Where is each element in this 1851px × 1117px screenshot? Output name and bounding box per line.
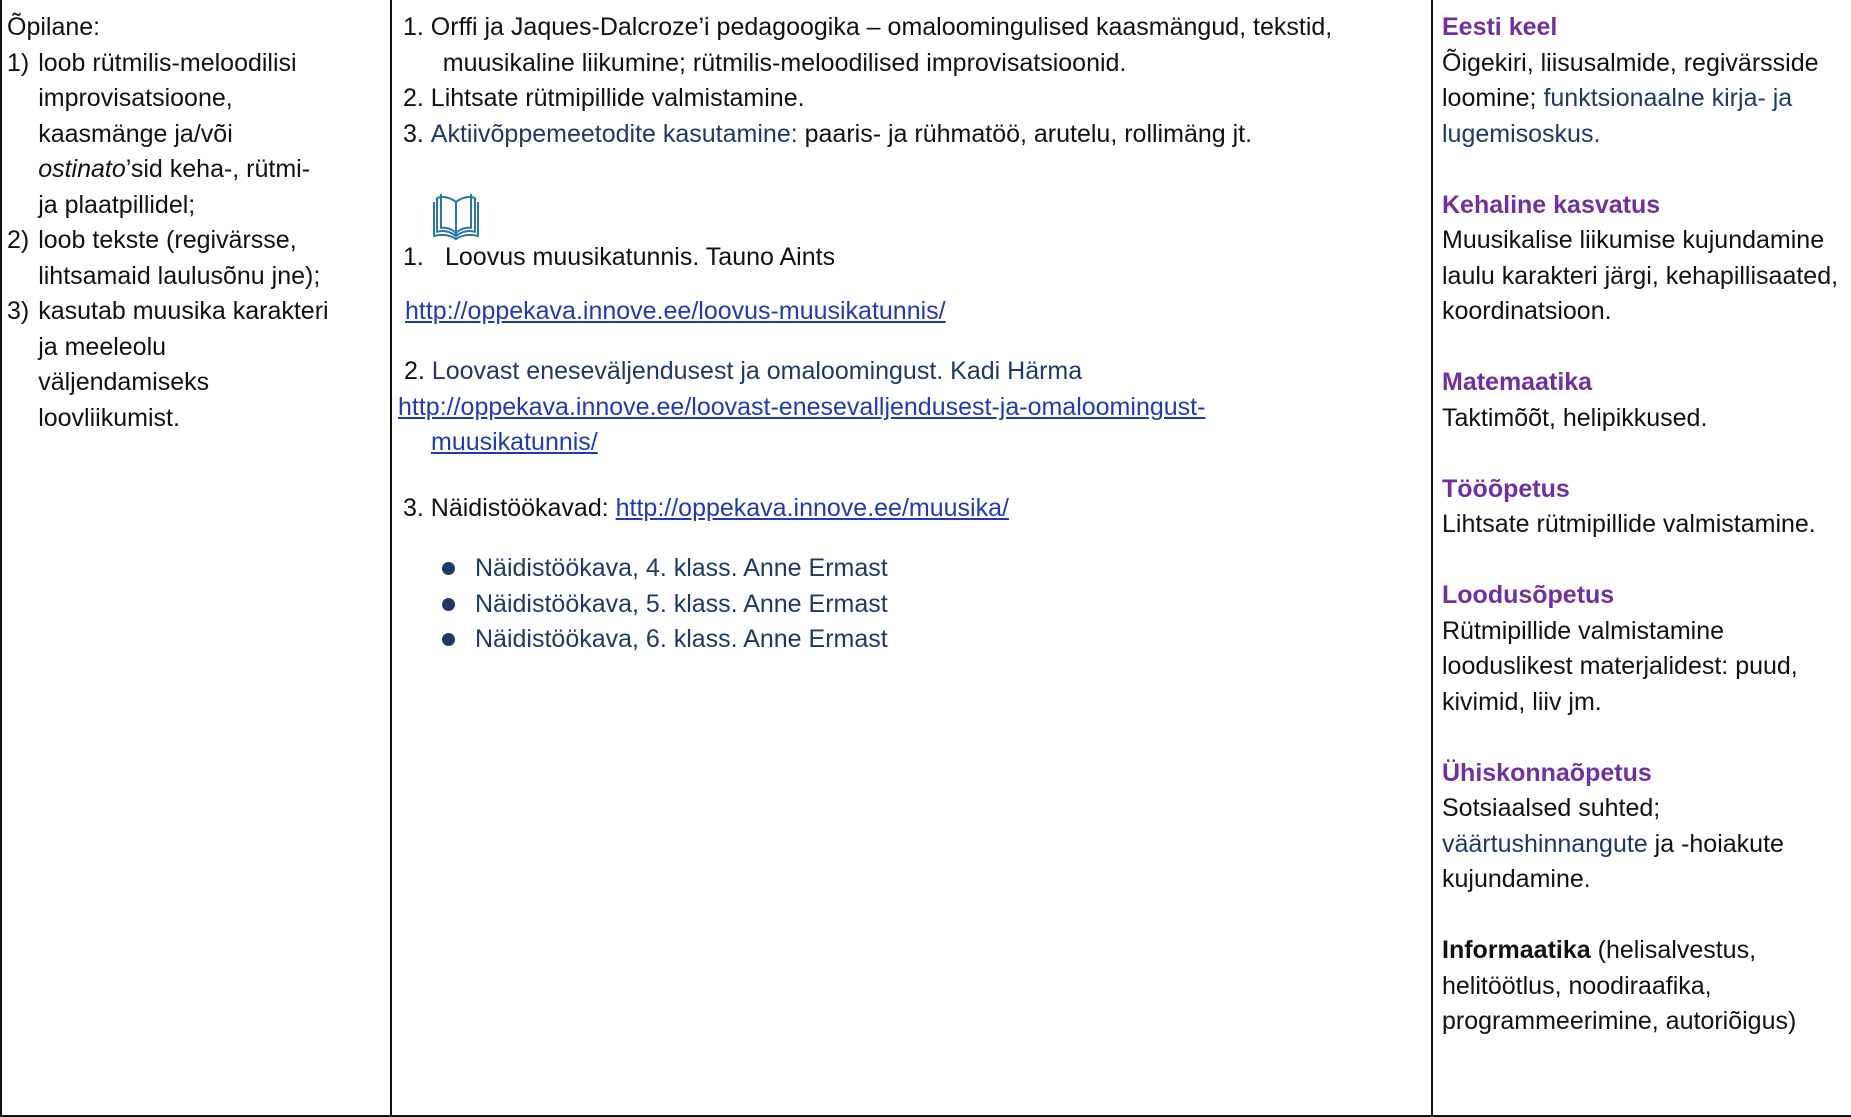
resource-label: 3. Näidistöökavad: — [403, 493, 616, 522]
subject-block: Kehaline kasvatus Muusikalise liikumise … — [1442, 188, 1848, 330]
subject-block: Loodusõpetus Rütmipillide valmistamine l… — [1442, 578, 1848, 720]
resource-link-loovast[interactable]: http://oppekava.innove.ee/loovast-enesev… — [398, 390, 1421, 461]
method-line: Lihtsate rütmipillide valmistamine. — [430, 84, 805, 112]
subject-description: Muusikalise liikumise kujundamine laulu … — [1442, 226, 1839, 325]
subject-text-highlight: väärtushinnangute — [1442, 829, 1648, 858]
document-page: Õpilane: 1) loob rütmilis-meloodilisi im… — [0, 0, 1851, 1117]
bullet-icon — [442, 633, 455, 647]
resource-item: 2. Loovast eneseväljendusest ja omaloomi… — [400, 354, 1421, 390]
link-line: muusikatunnis/ — [431, 428, 598, 456]
method-number: 2. — [403, 84, 431, 112]
resource-item: 1. Loovus muusikatunnis. Tauno Aints — [400, 240, 1421, 276]
outcome-line: lihtsamaid laulusõnu jne); — [38, 261, 321, 290]
subject-text: Sotsiaalsed suhted; — [1442, 794, 1661, 822]
resource-title: Loovast eneseväljendusest ja omaloomingu… — [431, 357, 1083, 385]
method-item: 1. Orffi ja Jaques-Dalcroze’i pedagoogik… — [400, 10, 1421, 81]
subject-description: Informaatika (helisalvestus, helitöötlus… — [1442, 933, 1848, 1040]
list-item[interactable]: Näidistöökava, 4. klass. Anne Ermast — [442, 551, 1421, 587]
active-learning-label: Aktiivõppemeetodite kasutamine: — [430, 119, 798, 148]
outcome-item: 2) loob tekste (regivärsse, lihtsamaid l… — [7, 223, 384, 294]
link-line: http://oppekava.innove.ee/loovast-enesev… — [398, 392, 1206, 421]
bullet-icon — [442, 562, 455, 576]
outcomes-heading: Õpilane: — [7, 13, 101, 41]
method-item: 3. Aktiivõppemeetodite kasutamine: paari… — [400, 117, 1421, 153]
outcome-line: ostinato’sid keha-, rütmi- — [38, 152, 348, 188]
subject-title: Matemaatika — [1442, 368, 1593, 396]
subject-description: Rütmipillide valmistamine looduslikest m… — [1442, 616, 1798, 716]
outcome-line: kaasmänge ja/või — [38, 119, 233, 148]
methods-cell: 1. Orffi ja Jaques-Dalcroze’i pedagoogik… — [390, 0, 1433, 1117]
bullet-icon — [442, 597, 455, 611]
curriculum-table: Õpilane: 1) loob rütmilis-meloodilisi im… — [0, 0, 1851, 1117]
subject-description: Õigekiri, liisusalmide, regivärsside loo… — [1442, 46, 1848, 153]
outcome-line: improvisatsioone, — [38, 84, 233, 112]
outcome-line: loovliikumist. — [38, 403, 180, 432]
subject-description: Lihtsate rütmipillide valmistamine. — [1442, 510, 1816, 538]
subject-block: Eesti keel Õigekiri, liisusalmide, regiv… — [1442, 10, 1848, 152]
subject-description: Sotsiaalsed suhted; väärtushinnangute ja… — [1442, 791, 1848, 898]
outcome-line: ja meeleolu — [38, 332, 167, 361]
outcome-line: ja plaatpillidel; — [38, 190, 196, 219]
outcome-line: loob rütmilis-meloodilisi — [38, 48, 297, 77]
subject-block: Matemaatika Taktimõõt, helipikkused. — [1442, 365, 1848, 436]
method-item: 2. Lihtsate rütmipillide valmistamine. — [400, 81, 1421, 117]
outcome-number: 1) — [7, 48, 37, 77]
method-line: Orffi ja Jaques-Dalcroze’i pedagoogika –… — [430, 13, 1333, 41]
cross-subject-cell: Eesti keel Õigekiri, liisusalmide, regiv… — [1431, 0, 1851, 1117]
outcome-number: 3) — [7, 297, 37, 325]
learning-outcomes-cell: Õpilane: 1) loob rütmilis-meloodilisi im… — [0, 0, 392, 1117]
subject-block: Informaatika (helisalvestus, helitöötlus… — [1442, 933, 1848, 1040]
outcome-item: 1) loob rütmilis-meloodilisi improvisats… — [7, 46, 384, 224]
subject-title: Ühiskonnaõpetus — [1442, 758, 1652, 787]
method-line: muusikaline liikumine; rütmilis-meloodil… — [442, 48, 1127, 77]
outcome-line: kasutab muusika karakteri — [38, 297, 329, 325]
sample-plans-list: Näidistöökava, 4. klass. Anne Ermast Näi… — [400, 551, 1421, 658]
table-row: Õpilane: 1) loob rütmilis-meloodilisi im… — [0, 0, 1851, 1117]
list-item-label: Näidistöökava, 5. klass. Anne Ermast — [475, 589, 888, 618]
subject-description: Taktimõõt, helipikkused. — [1442, 403, 1708, 432]
method-number: 3. — [403, 119, 431, 148]
resource-item: 3. Näidistöökavad: http://oppekava.innov… — [400, 491, 1421, 527]
resource-number: 1. — [403, 243, 424, 271]
outcome-item: 3) kasutab muusika karakteri ja meeleolu… — [7, 294, 384, 436]
outcome-line: väljendamiseks — [38, 368, 210, 396]
subject-block: Ühiskonnaõpetus Sotsiaalsed suhted; väär… — [1442, 756, 1848, 898]
subject-block: Tööõpetus Lihtsate rütmipillide valmista… — [1442, 472, 1848, 543]
subject-title: Informaatika — [1442, 936, 1591, 964]
outcome-line-rest: ’sid keha-, rütmi- — [125, 155, 311, 183]
list-item-label: Näidistöökava, 6. klass. Anne Ermast — [475, 625, 888, 653]
subject-title: Kehaline kasvatus — [1442, 190, 1661, 219]
method-number: 1. — [403, 13, 431, 41]
ostinato-term: ostinato — [38, 155, 126, 183]
outcome-number: 2) — [7, 226, 37, 254]
open-book-icon — [433, 194, 479, 240]
list-item[interactable]: Näidistöökava, 6. klass. Anne Ermast — [442, 622, 1421, 658]
method-line: paaris- ja rühmatöö, arutelu, rollimäng … — [797, 119, 1253, 148]
resource-number: 2. — [404, 357, 432, 385]
resource-link-muusika[interactable]: http://oppekava.innove.ee/muusika/ — [616, 494, 1009, 522]
resource-title: Loovus muusikatunnis. Tauno Aints — [445, 243, 836, 271]
list-item[interactable]: Näidistöökava, 5. klass. Anne Ermast — [442, 587, 1421, 623]
subject-title: Eesti keel — [1442, 13, 1558, 41]
subject-title: Tööõpetus — [1442, 474, 1570, 503]
resource-link-loovus[interactable]: http://oppekava.innove.ee/loovus-muusika… — [400, 294, 1421, 330]
outcome-line: loob tekste (regivärsse, — [38, 226, 297, 254]
list-item-label: Näidistöökava, 4. klass. Anne Ermast — [475, 554, 888, 582]
subject-title: Loodusõpetus — [1442, 581, 1615, 609]
